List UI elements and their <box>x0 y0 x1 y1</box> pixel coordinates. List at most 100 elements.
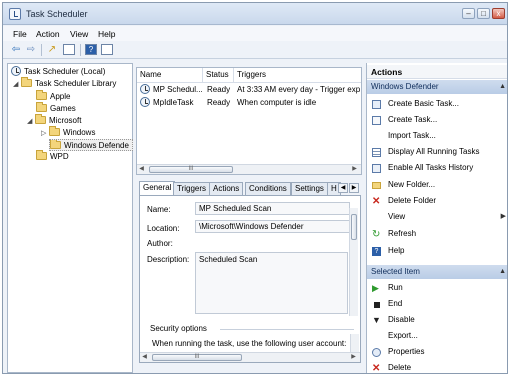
action-enable-tasks-history[interactable]: Enable All Tasks History <box>367 161 507 175</box>
menu-bar: File Action View Help <box>3 26 507 41</box>
folder-icon <box>372 182 381 189</box>
column-triggers[interactable]: Triggers <box>234 68 361 82</box>
actions-section-windows-defender[interactable]: Windows Defender ▲ <box>367 80 507 94</box>
tree-item-wpd[interactable]: WPD <box>36 150 69 163</box>
end-icon <box>374 302 380 308</box>
menu-help[interactable]: Help <box>98 29 115 39</box>
folder-icon <box>36 90 47 100</box>
collapse-icon[interactable]: ◢ <box>13 79 21 91</box>
action-run[interactable]: ▶ Run <box>367 281 507 295</box>
action-display-running-tasks[interactable]: Display All Running Tasks <box>367 145 507 159</box>
folder-icon <box>21 77 32 87</box>
scroll-thumb[interactable]: III <box>149 166 233 173</box>
task-triggers: When computer is idle <box>237 98 317 107</box>
up-folder-icon[interactable]: ↗ <box>45 43 59 56</box>
task-icon <box>372 116 381 125</box>
window-title: Task Scheduler <box>26 9 88 19</box>
delete-icon: ✕ <box>372 196 381 207</box>
header-divider <box>137 82 361 83</box>
author-label: Author: <box>147 239 173 248</box>
task-list-horizontal-scrollbar[interactable]: ◀ III ▶ <box>137 164 361 174</box>
action-new-folder[interactable]: New Folder... <box>367 178 507 192</box>
action-view[interactable]: View ▶ <box>367 210 507 224</box>
action-create-basic-task[interactable]: Create Basic Task... <box>367 97 507 111</box>
task-triggers: At 3:33 AM every day - Trigger exp <box>237 85 361 94</box>
tab-conditions[interactable]: Conditions <box>245 182 291 195</box>
task-scheduler-icon <box>9 8 21 20</box>
name-field[interactable]: MP Scheduled Scan <box>195 202 350 215</box>
task-icon <box>140 97 153 109</box>
action-delete-folder[interactable]: ✕ Delete Folder <box>367 194 507 208</box>
location-field[interactable]: \Microsoft\Windows Defender <box>195 220 350 233</box>
action-create-task[interactable]: Create Task... <box>367 113 507 127</box>
menu-view[interactable]: View <box>70 29 88 39</box>
forward-arrow-icon[interactable]: ⇨ <box>24 43 38 56</box>
scroll-thumb[interactable]: III <box>152 354 242 361</box>
security-options-label: Security options <box>150 324 207 333</box>
tab-scroll-left-icon[interactable]: ◀ <box>338 183 348 193</box>
detail-tabs: General Triggers Actions Conditions Sett… <box>139 181 361 195</box>
table-row[interactable]: MP Schedul... Ready At 3:33 AM every day… <box>137 84 361 96</box>
tab-actions[interactable]: Actions <box>209 182 244 195</box>
action-refresh[interactable]: ↻ Refresh <box>367 227 507 241</box>
folder-icon <box>50 140 61 149</box>
submenu-arrow-icon: ▶ <box>500 213 506 220</box>
scroll-right-icon[interactable]: ▶ <box>350 165 359 174</box>
help-icon[interactable]: ? <box>85 44 97 55</box>
task-status: Ready <box>207 98 231 107</box>
close-button[interactable]: x <box>492 8 505 19</box>
tree-item-windows-defender[interactable]: Windows Defende <box>49 139 133 151</box>
scroll-thumb[interactable] <box>351 214 357 240</box>
task-scheduler-window: Task Scheduler – □ x File Action View He… <box>2 2 508 374</box>
section-collapse-icon[interactable]: ▲ <box>499 80 506 94</box>
tab-scroll-right-icon[interactable]: ▶ <box>349 183 359 193</box>
column-name[interactable]: Name <box>137 68 203 82</box>
tab-settings[interactable]: Settings <box>291 182 328 195</box>
properties-icon <box>372 348 381 357</box>
action-export[interactable]: Export... <box>367 329 507 343</box>
scroll-left-icon[interactable]: ◀ <box>140 353 149 362</box>
action-delete[interactable]: ✕ Delete <box>367 361 507 373</box>
scroll-left-icon[interactable]: ◀ <box>137 165 146 174</box>
action-end[interactable]: End <box>367 297 507 311</box>
general-horizontal-scrollbar[interactable]: ◀ III ▶ <box>140 352 360 362</box>
tree-item-library[interactable]: ◢ Task Scheduler Library <box>13 77 116 91</box>
general-tab-panel: Name: MP Scheduled Scan Location: \Micro… <box>139 195 361 363</box>
show-hide-console-tree-icon[interactable] <box>63 44 75 55</box>
task-scheduler-icon <box>11 66 21 76</box>
task-name: MpIdleTask <box>153 98 194 107</box>
menu-action[interactable]: Action <box>36 29 60 39</box>
task-name: MP Schedul... <box>153 85 203 94</box>
group-divider <box>220 329 354 330</box>
minimize-button[interactable]: – <box>462 8 475 19</box>
action-help[interactable]: ? Help <box>367 244 507 258</box>
section-collapse-icon[interactable]: ▲ <box>499 265 506 279</box>
toolbar-separator <box>80 44 81 56</box>
tab-general[interactable]: General <box>139 181 176 195</box>
toolbar: ⇦ ⇨ ↗ ? <box>3 41 507 59</box>
refresh-icon: ↻ <box>372 229 381 240</box>
title-bar[interactable]: Task Scheduler – □ x <box>3 3 507 25</box>
toolbar-separator <box>41 44 42 56</box>
table-row[interactable]: MpIdleTask Ready When computer is idle <box>137 97 361 109</box>
action-import-task[interactable]: Import Task... <box>367 129 507 143</box>
description-field[interactable]: Scheduled Scan <box>195 252 348 314</box>
history-icon <box>372 164 381 173</box>
security-scrollbar[interactable] <box>350 334 359 352</box>
back-arrow-icon[interactable]: ⇦ <box>9 43 23 56</box>
column-status[interactable]: Status <box>203 68 234 82</box>
task-list: Name Status Triggers MP Schedul... Ready… <box>136 67 362 175</box>
menu-file[interactable]: File <box>13 29 27 39</box>
maximize-button[interactable]: □ <box>477 8 490 19</box>
scroll-right-icon[interactable]: ▶ <box>349 353 358 362</box>
actions-section-selected-item[interactable]: Selected Item ▲ <box>367 265 507 279</box>
action-properties[interactable]: Properties <box>367 345 507 359</box>
tree-item-windows[interactable]: ▷ Windows <box>41 126 95 140</box>
description-scrollbar[interactable] <box>349 208 358 316</box>
tab-triggers[interactable]: Triggers <box>173 182 211 195</box>
run-icon: ▶ <box>372 283 379 293</box>
collapse-icon[interactable]: ◢ <box>27 116 35 128</box>
action-disable[interactable]: ▼ Disable <box>367 313 507 327</box>
show-hide-action-pane-icon[interactable] <box>101 44 113 55</box>
expand-icon[interactable]: ▷ <box>41 128 49 140</box>
